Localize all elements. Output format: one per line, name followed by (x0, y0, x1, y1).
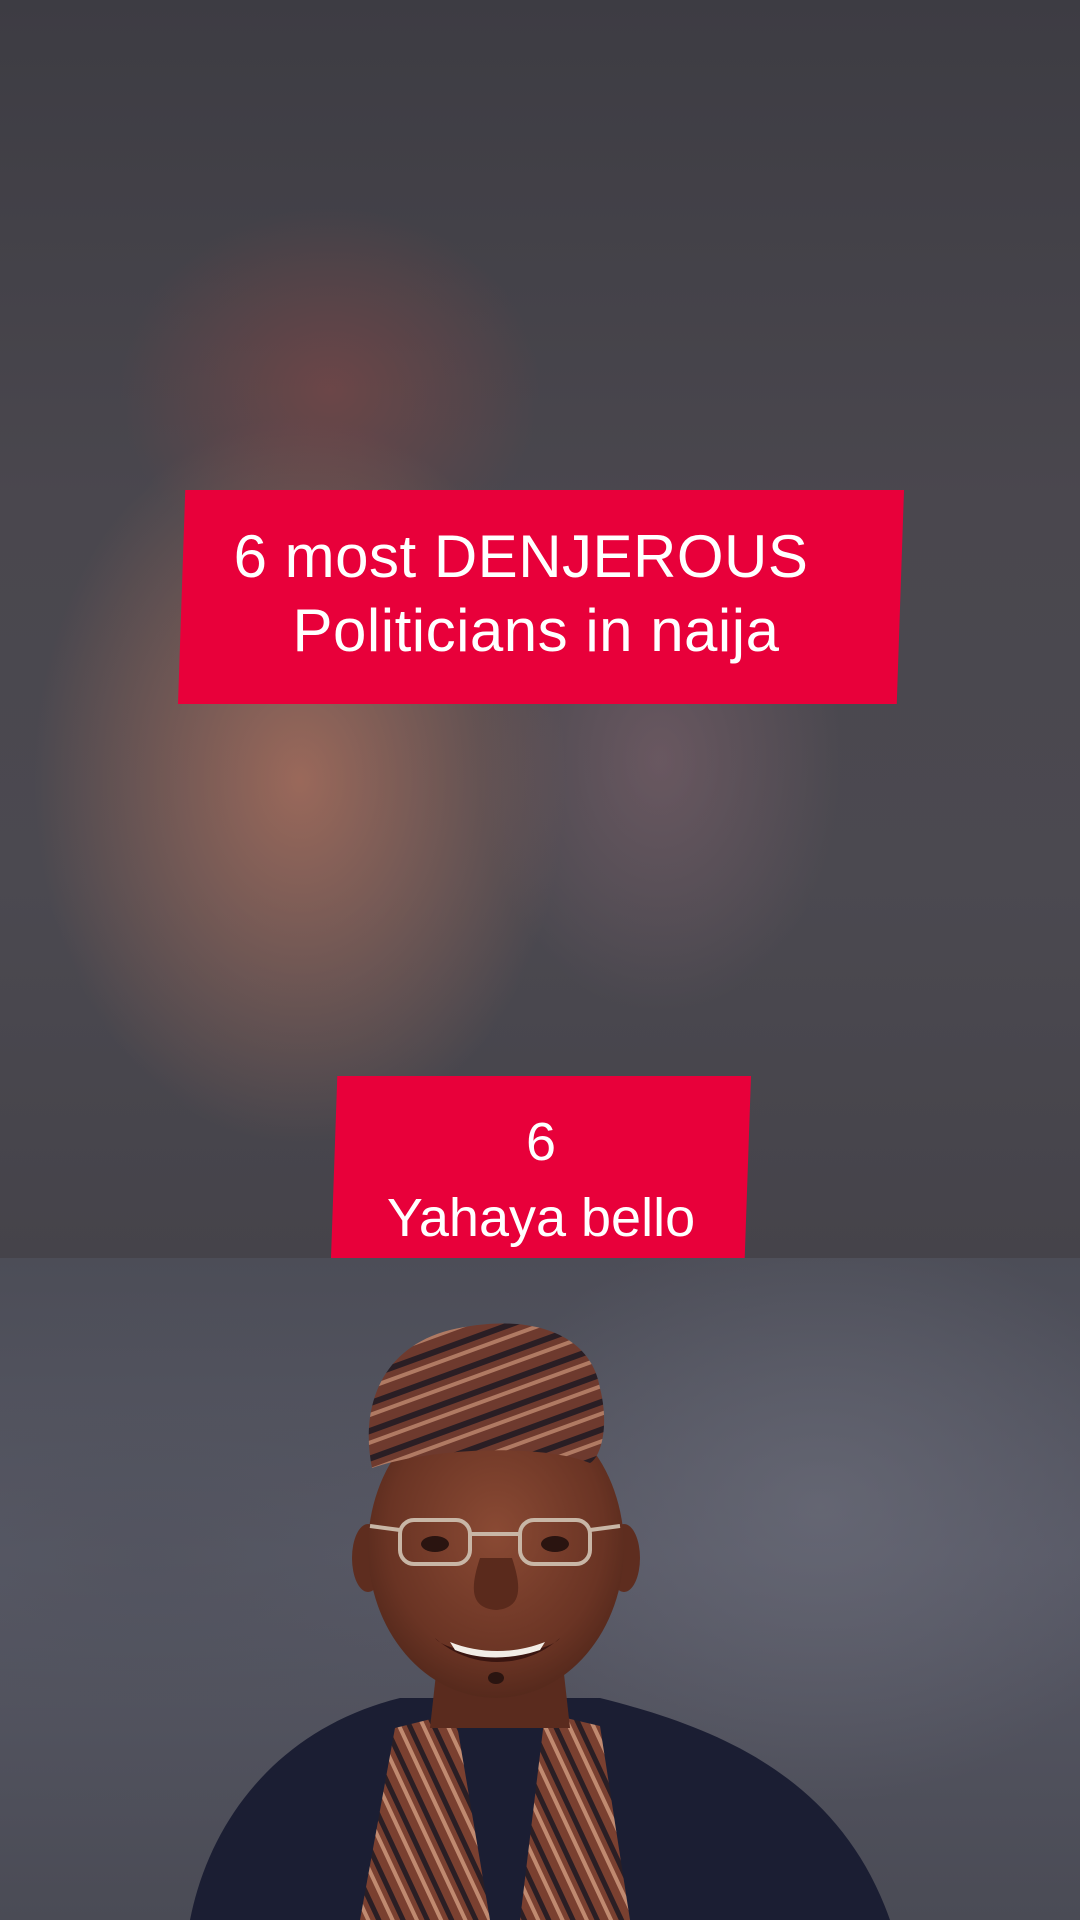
video-frame: 6 most DENJEROUS Politicians in naija 6 … (0, 0, 1080, 1920)
title-line-1: 6 most DENJEROUS (233, 523, 809, 590)
name-caption: 6 Yahaya bello (331, 1076, 751, 1258)
portrait-photo (0, 1258, 1080, 1920)
politician-name: Yahaya bello (386, 1188, 696, 1248)
rank-number: 6 (525, 1112, 557, 1172)
title-line-2: Politicians in naija (292, 597, 780, 664)
title-caption: 6 most DENJEROUS Politicians in naija (178, 490, 904, 704)
portrait-illustration (190, 1323, 890, 1920)
